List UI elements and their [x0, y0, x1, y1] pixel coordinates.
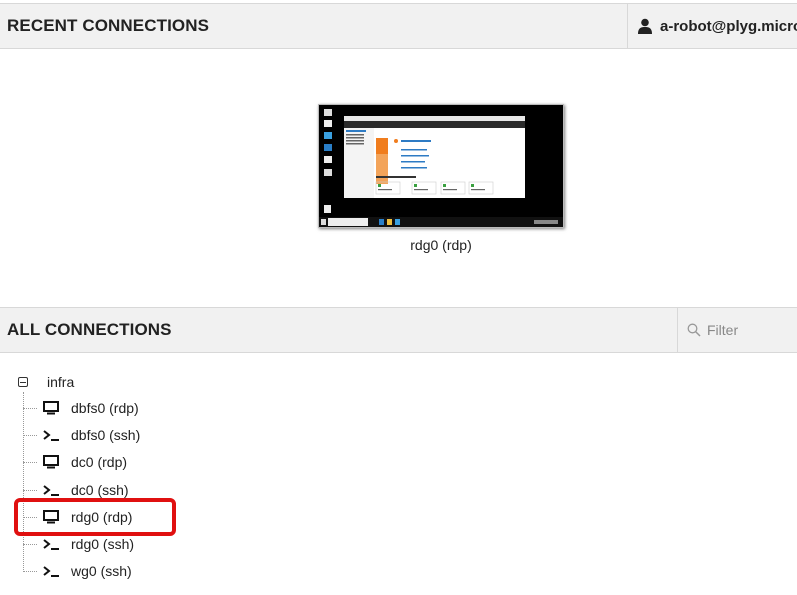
group-label: infra [47, 374, 75, 390]
desktop-icon [43, 510, 59, 524]
recent-connection-rdg0[interactable]: rdg0 (rdp) [318, 104, 564, 253]
recent-connections-header: RECENT CONNECTIONS a-robot@plyg.microk [0, 3, 797, 49]
connection-item-dc0-ssh[interactable]: dc0 (ssh) [23, 477, 129, 503]
recent-connection-label: rdg0 (rdp) [410, 237, 472, 253]
user-icon [638, 18, 652, 34]
username: a-robot@plyg.microk [660, 17, 797, 35]
connection-item-wg0-ssh[interactable]: wg0 (ssh) [23, 558, 132, 584]
connection-item-rdg0-ssh[interactable]: rdg0 (ssh) [23, 531, 134, 557]
connection-label: dbfs0 (ssh) [71, 427, 141, 443]
collapse-icon[interactable] [18, 377, 28, 387]
connection-item-dc0-rdp[interactable]: dc0 (rdp) [23, 449, 127, 475]
terminal-icon [43, 485, 59, 496]
all-connections-header: ALL CONNECTIONS [0, 307, 797, 353]
filter-box [677, 308, 797, 352]
filter-input[interactable] [707, 322, 797, 338]
search-icon [687, 323, 701, 337]
terminal-icon [43, 430, 59, 441]
terminal-icon [43, 539, 59, 550]
all-connections-title: ALL CONNECTIONS [7, 320, 172, 339]
connection-item-dbfs0-ssh[interactable]: dbfs0 (ssh) [23, 422, 140, 448]
user-menu[interactable]: a-robot@plyg.microk [627, 4, 797, 48]
connection-label: rdg0 (ssh) [71, 536, 135, 552]
remote-desktop-preview [319, 105, 563, 227]
connection-item-dbfs0-rdp[interactable]: dbfs0 (rdp) [23, 395, 139, 421]
terminal-icon [43, 566, 59, 577]
connection-label: dc0 (rdp) [71, 454, 128, 470]
connection-label: dbfs0 (rdp) [71, 400, 139, 416]
connection-item-rdg0-rdp[interactable]: rdg0 (rdp) [23, 504, 132, 530]
connection-label: wg0 (ssh) [71, 563, 132, 579]
tree-group-infra[interactable]: infra [18, 374, 74, 390]
desktop-icon [43, 455, 59, 469]
desktop-icon [43, 401, 59, 415]
connection-label: dc0 (ssh) [71, 482, 129, 498]
recent-connections-title: RECENT CONNECTIONS [7, 16, 210, 35]
connection-label: rdg0 (rdp) [71, 509, 133, 525]
connection-thumbnail [318, 104, 564, 228]
